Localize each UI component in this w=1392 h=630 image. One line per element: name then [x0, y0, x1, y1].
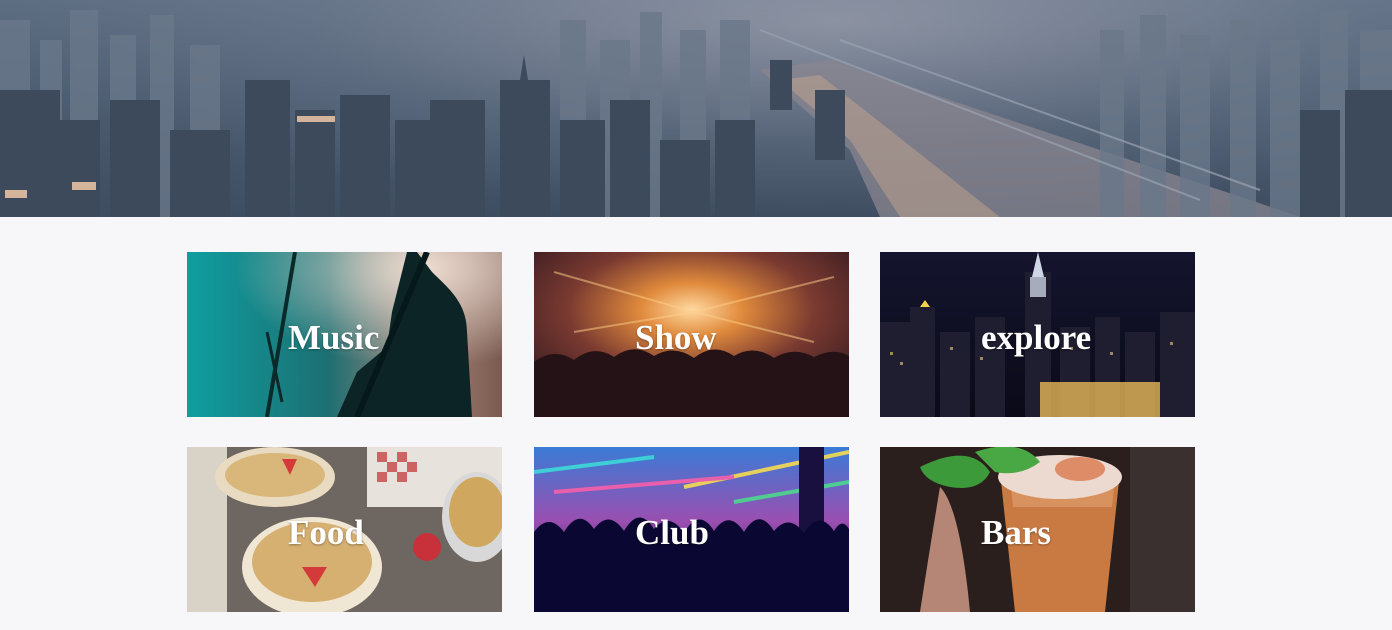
card-label: explore	[981, 318, 1092, 357]
category-card-bars[interactable]: Bars	[880, 447, 1195, 612]
card-label: Club	[635, 513, 709, 552]
category-card-music[interactable]: Music	[187, 252, 502, 417]
hero-banner	[0, 0, 1392, 217]
city-skyline-image	[0, 10, 1392, 217]
card-label: Show	[635, 318, 717, 357]
category-card-explore[interactable]: explore	[880, 252, 1195, 417]
category-card-show[interactable]: Show	[534, 252, 849, 417]
category-card-food[interactable]: Food	[187, 447, 502, 612]
card-label: Music	[288, 318, 380, 357]
category-card-club[interactable]: Club	[534, 447, 849, 612]
card-label: Bars	[981, 513, 1051, 552]
card-label: Food	[288, 513, 364, 552]
